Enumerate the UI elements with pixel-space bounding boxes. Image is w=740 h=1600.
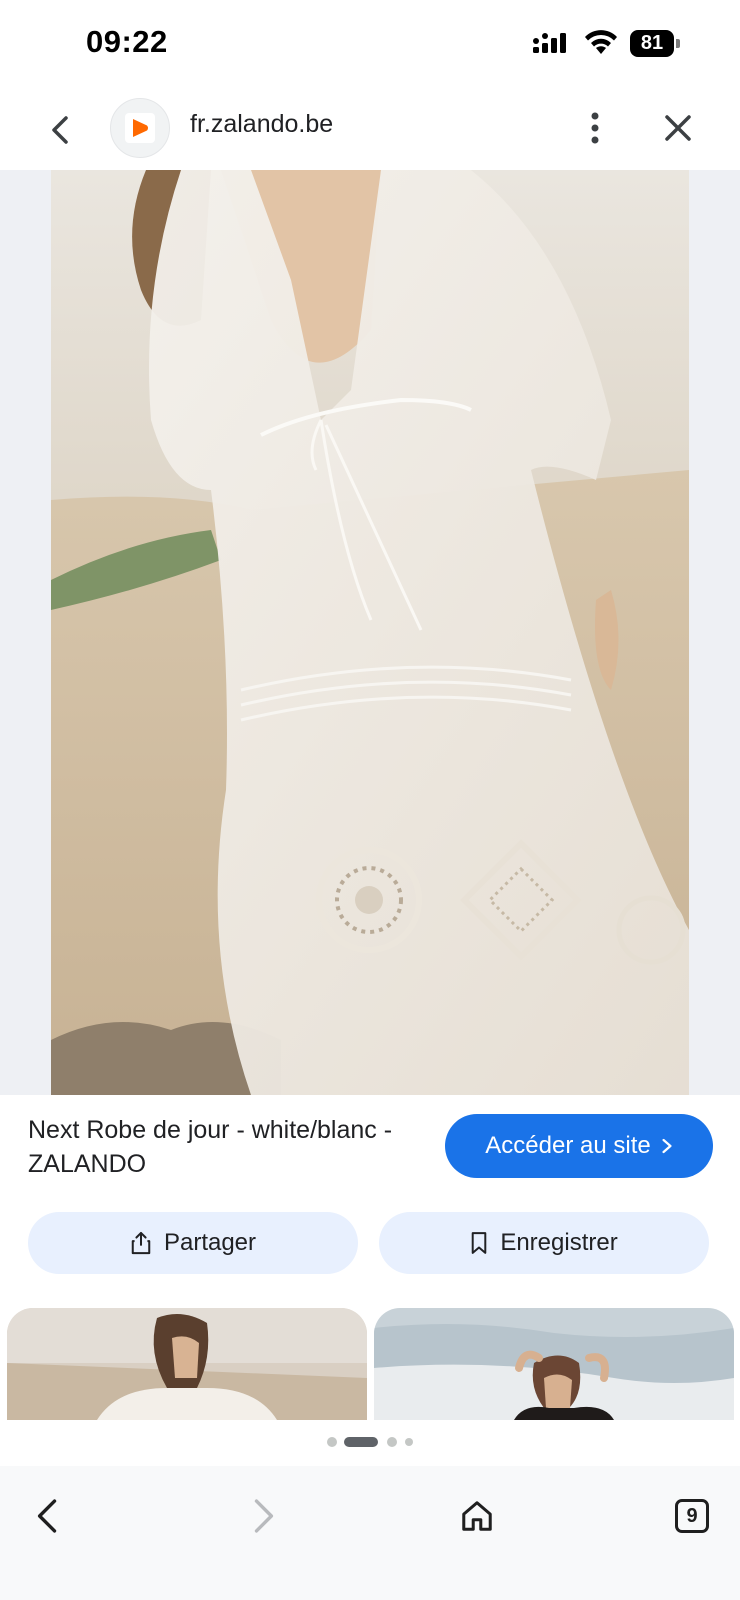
forward-arrow-icon — [254, 1499, 274, 1533]
related-thumbnail[interactable] — [7, 1308, 367, 1420]
image-viewer — [0, 170, 740, 1095]
site-url[interactable]: fr.zalando.be — [190, 110, 333, 139]
forward-button[interactable] — [233, 1486, 293, 1546]
bookmark-icon — [472, 1232, 487, 1254]
bottom-nav: 9 — [0, 1466, 740, 1600]
home-button[interactable] — [447, 1486, 507, 1546]
close-icon[interactable] — [660, 110, 696, 146]
back-arrow-icon — [37, 1499, 57, 1533]
more-vert-icon[interactable] — [578, 108, 612, 148]
save-button[interactable]: Enregistrer — [379, 1212, 709, 1274]
app-screen: 09:22 81 fr.zalando.be Next Robe de jour… — [0, 0, 740, 1600]
result-title[interactable]: Next Robe de jour - white/blanc - ZALAND… — [28, 1113, 418, 1181]
wifi-icon — [585, 30, 617, 54]
signal-icon — [533, 33, 566, 53]
back-button[interactable] — [18, 1486, 78, 1546]
home-icon — [462, 1501, 492, 1531]
related-thumbnail[interactable] — [374, 1308, 734, 1420]
visit-site-button[interactable]: Accéder au site — [445, 1114, 713, 1178]
chevron-right-icon — [661, 1133, 673, 1159]
save-label: Enregistrer — [500, 1229, 618, 1256]
share-icon — [131, 1231, 151, 1255]
tabs-button[interactable]: 9 — [662, 1486, 722, 1546]
back-chevron-icon[interactable] — [44, 110, 78, 150]
zalando-favicon-icon — [125, 113, 155, 143]
tabs-count: 9 — [686, 1504, 698, 1527]
pager-dots — [327, 1437, 413, 1447]
battery-level: 81 — [630, 30, 674, 57]
tabs-icon: 9 — [675, 1499, 709, 1533]
related-results — [0, 1308, 740, 1420]
product-image[interactable] — [51, 170, 689, 1095]
share-button[interactable]: Partager — [28, 1212, 358, 1274]
battery-icon: 81 — [630, 30, 680, 57]
share-label: Partager — [163, 1229, 257, 1256]
visit-site-label: Accéder au site — [485, 1132, 651, 1159]
url-bar: fr.zalando.be — [0, 90, 740, 170]
site-badge[interactable] — [110, 98, 170, 158]
status-time: 09:22 — [86, 24, 168, 59]
status-bar: 09:22 81 — [0, 0, 740, 88]
